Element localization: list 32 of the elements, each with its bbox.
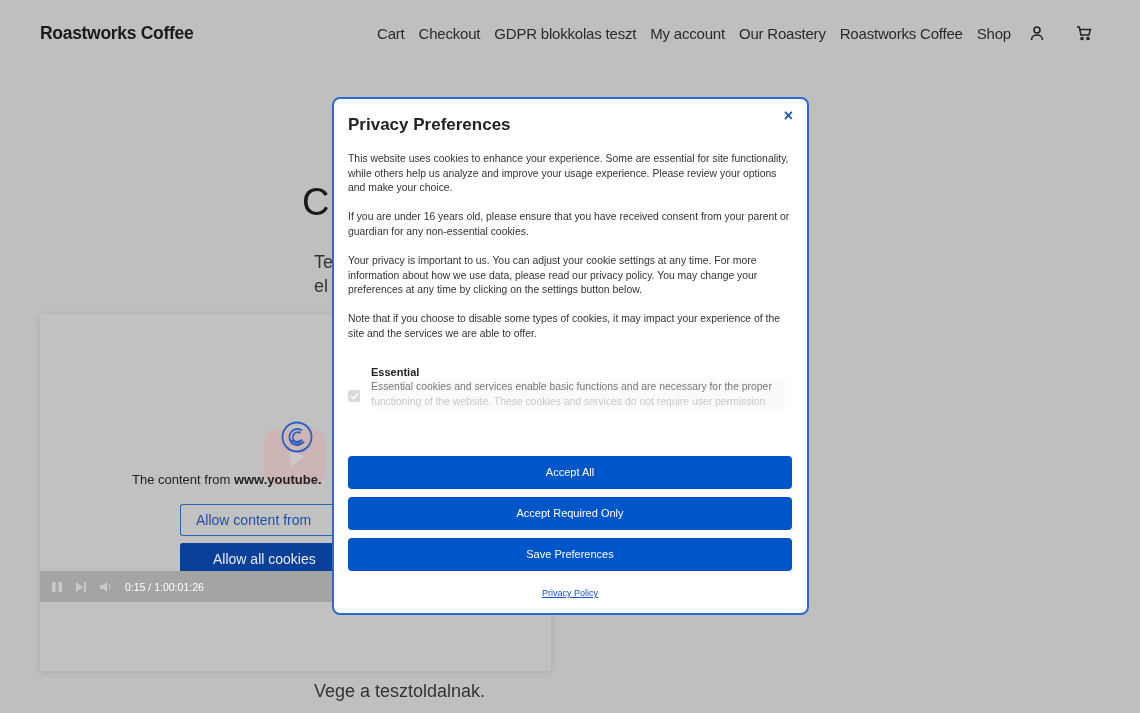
modal-paragraph: This website uses cookies to enhance your experience. Some are essential for site functionality, while others help us analyze and improve your usage experience. Please review your options and make your choice. xyxy=(348,152,790,196)
nav-link[interactable]: Checkout xyxy=(418,24,481,42)
nav-link[interactable]: Shop xyxy=(976,24,1011,42)
video-time: 0:15 / 1:00:01:26 xyxy=(125,580,204,593)
category-name: Essential xyxy=(371,365,421,379)
modal-paragraph: Your privacy is important to us. You can adjust your cookie settings at any time. For more information about how we use data, please read our privacy policy. You may change your preferences at any time by clicking on the settings button below. xyxy=(348,253,759,298)
intro-text: el xyxy=(314,275,328,298)
privacy-policy-link[interactable]: Privacy Policy xyxy=(542,587,598,598)
closing-text: Vege a tesztoldalnak. xyxy=(314,680,486,703)
embed-notice: The content from www.youtube. xyxy=(132,472,322,488)
page-heading: C xyxy=(302,180,330,225)
nav-link[interactable]: My account xyxy=(650,24,725,42)
modal-paragraph: If you are under 16 years old, please ensure that you have received consent from your parent or guardian for any non-essential cookies. xyxy=(348,210,791,239)
intro-text: Te xyxy=(314,251,333,274)
nav-link[interactable]: Our Roastery xyxy=(738,24,826,42)
nav-link[interactable]: Roastworks Coffee xyxy=(839,24,963,42)
cart-icon[interactable] xyxy=(1076,25,1092,41)
consent-button[interactable]: Accept All xyxy=(348,455,792,489)
allow-button[interactable]: Allow content from xyxy=(180,504,332,536)
nav-link[interactable]: Cart xyxy=(377,24,405,42)
modal-title: Privacy Preferences xyxy=(348,115,512,135)
nav-link[interactable]: GDPR blokkolas teszt xyxy=(494,24,637,42)
site-logo[interactable]: Roastworks Coffee xyxy=(40,22,194,44)
volume-icon[interactable] xyxy=(99,580,113,593)
pause-icon[interactable] xyxy=(51,580,63,593)
consent-button[interactable]: Save Preferences xyxy=(348,537,792,571)
close-button[interactable]: × xyxy=(783,107,793,125)
skip-icon[interactable] xyxy=(75,580,87,593)
account-icon[interactable] xyxy=(1029,25,1045,41)
modal-paragraph: Note that if you choose to disable some types of cookies, it may impact your experience of the site and the services we are able to offer. xyxy=(348,312,781,341)
consent-button[interactable]: Accept Required Only xyxy=(348,496,792,530)
shield-icon xyxy=(281,421,313,453)
